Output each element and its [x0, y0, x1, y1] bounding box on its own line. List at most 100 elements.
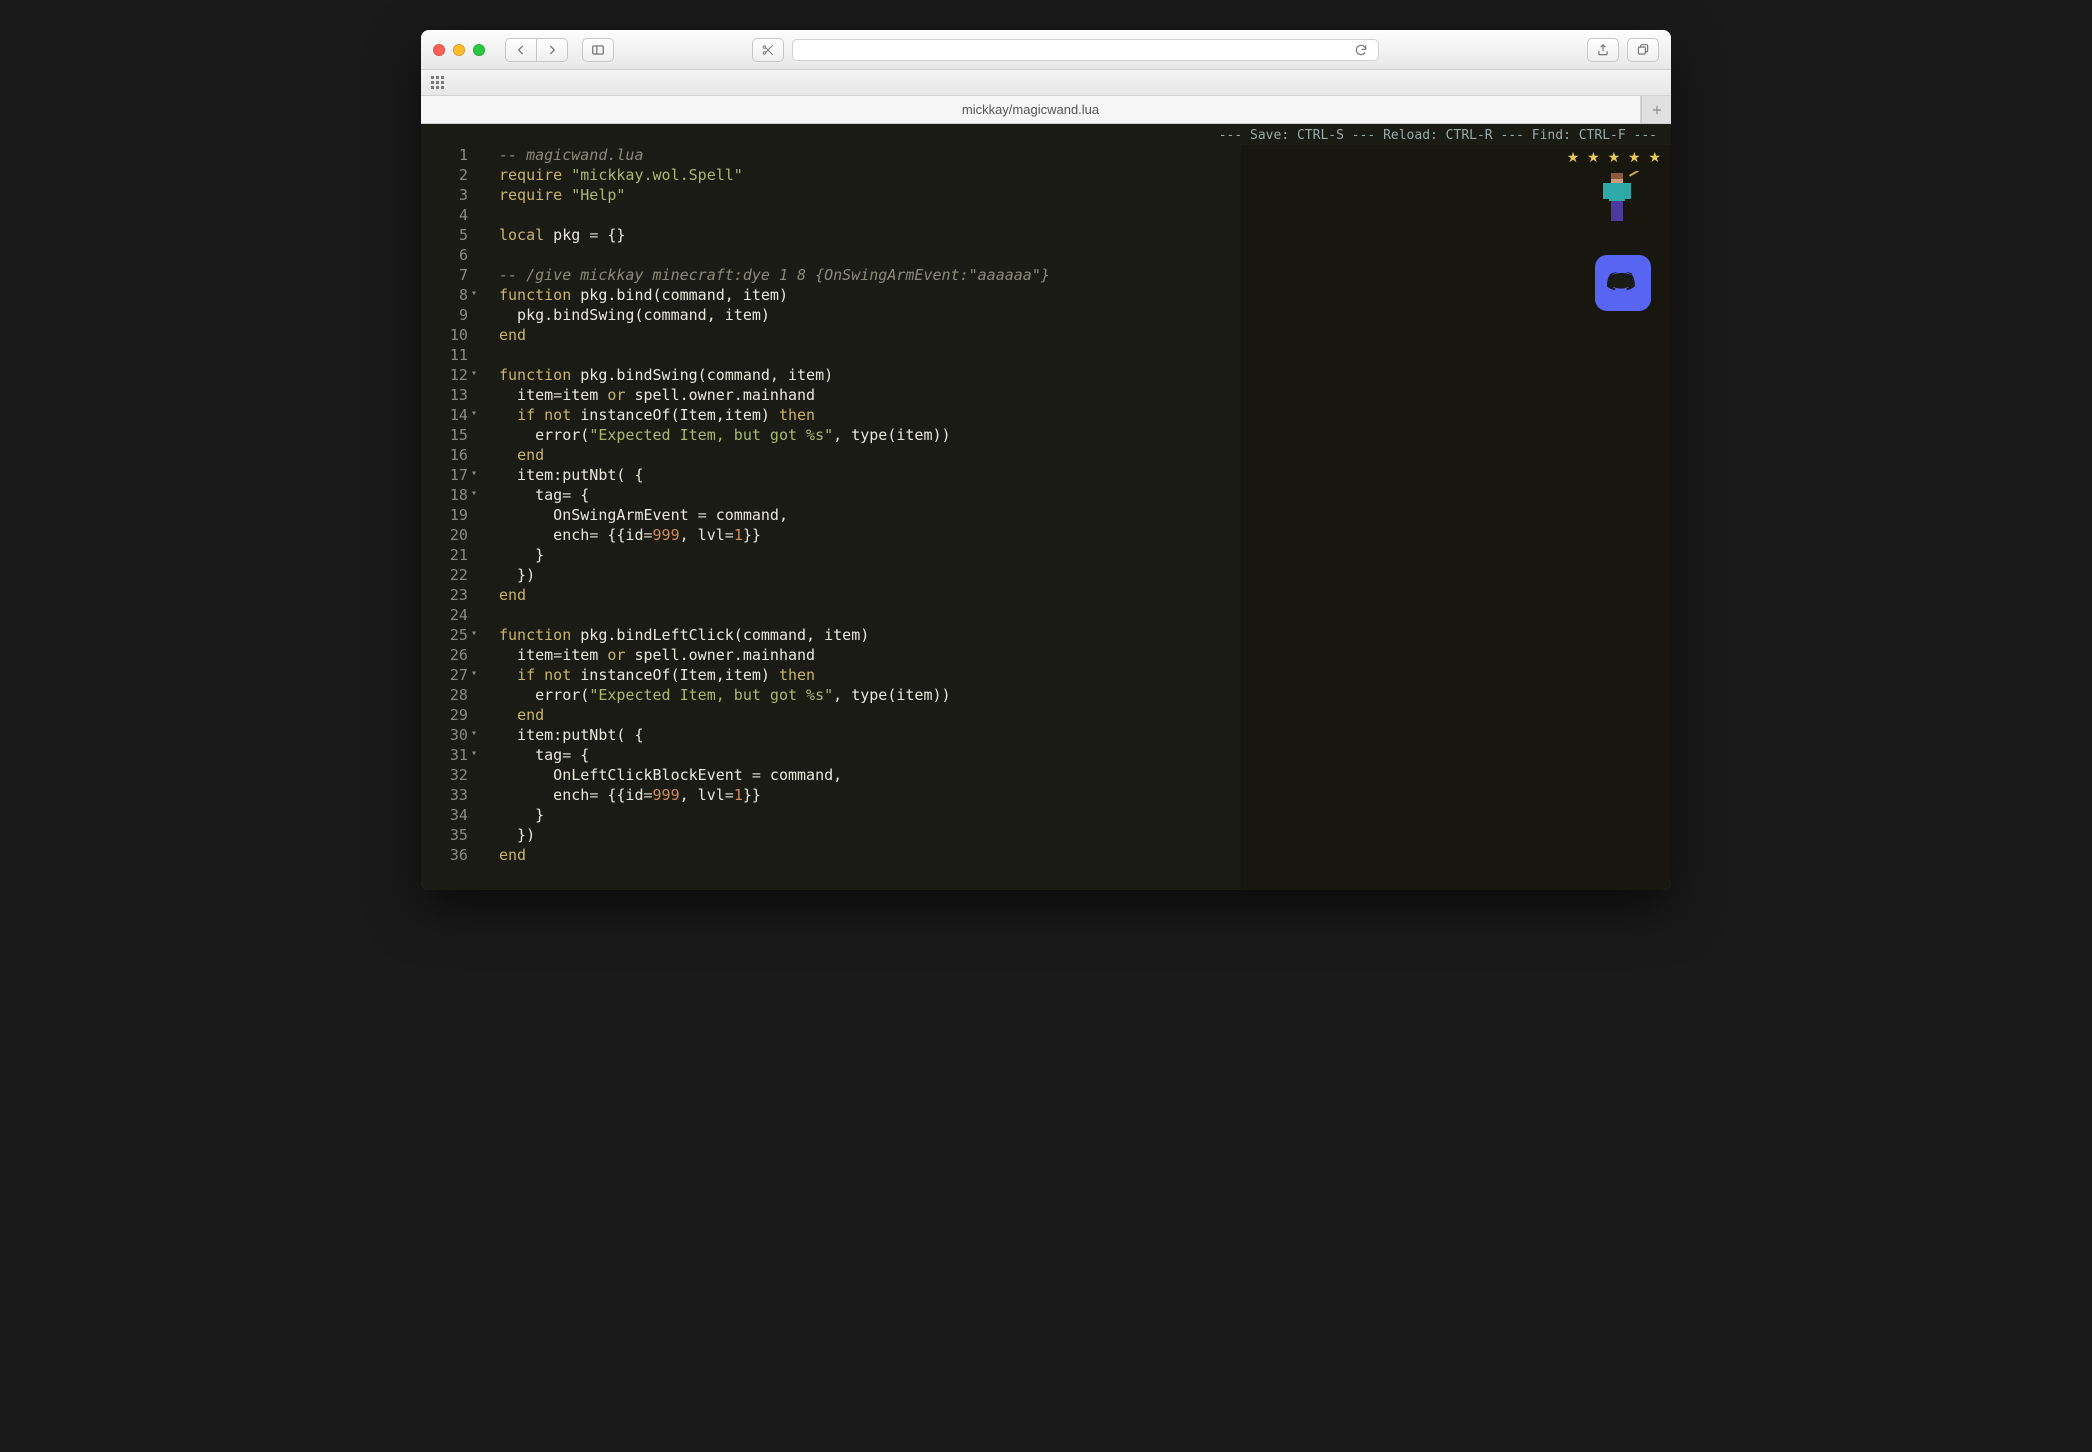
editor-area: --- Save: CTRL-S --- Reload: CTRL-R --- …	[421, 124, 1671, 890]
code-line[interactable]: require "Help"	[499, 185, 1241, 205]
code-line[interactable]	[499, 205, 1241, 225]
share-button[interactable]	[1587, 38, 1619, 62]
code-line[interactable]: error("Expected Item, but got %s", type(…	[499, 425, 1241, 445]
code-line[interactable]: end	[499, 585, 1241, 605]
code-line[interactable]: end	[499, 325, 1241, 345]
line-number[interactable]: 7	[421, 265, 477, 285]
line-number[interactable]: 29	[421, 705, 477, 725]
reader-button[interactable]	[752, 38, 784, 62]
back-button[interactable]	[505, 38, 537, 62]
line-number[interactable]: 10	[421, 325, 477, 345]
code-line[interactable]: error("Expected Item, but got %s", type(…	[499, 685, 1241, 705]
line-number[interactable]: 20	[421, 525, 477, 545]
forward-button[interactable]	[536, 38, 568, 62]
code-line[interactable]: function pkg.bindSwing(command, item)	[499, 365, 1241, 385]
code-line[interactable]: ench= {{id=999, lvl=1}}	[499, 525, 1241, 545]
code-line[interactable]: local pkg = {}	[499, 225, 1241, 245]
line-number[interactable]: 6	[421, 245, 477, 265]
code-line[interactable]: -- magicwand.lua	[499, 145, 1241, 165]
close-window-button[interactable]	[433, 44, 445, 56]
tab-label: mickkay/magicwand.lua	[962, 102, 1099, 117]
line-number[interactable]: 23	[421, 585, 477, 605]
code-line[interactable]: item:putNbt( {	[499, 725, 1241, 745]
code-line[interactable]: tag= {	[499, 745, 1241, 765]
line-number[interactable]: 22	[421, 565, 477, 585]
code-line[interactable]: function pkg.bind(command, item)	[499, 285, 1241, 305]
traffic-lights	[433, 44, 485, 56]
line-number[interactable]: 18▾	[421, 485, 477, 505]
line-number[interactable]: 31▾	[421, 745, 477, 765]
line-number[interactable]: 12▾	[421, 365, 477, 385]
code-line[interactable]: if not instanceOf(Item,item) then	[499, 405, 1241, 425]
line-number[interactable]: 21	[421, 545, 477, 565]
code-line[interactable]: require "mickkay.wol.Spell"	[499, 165, 1241, 185]
code-line[interactable]: function pkg.bindLeftClick(command, item…	[499, 625, 1241, 645]
line-number[interactable]: 16	[421, 445, 477, 465]
code-line[interactable]: item=item or spell.owner.mainhand	[499, 385, 1241, 405]
line-number[interactable]: 36	[421, 845, 477, 865]
stars-icon: ★ ★ ★ ★ ★	[1567, 149, 1663, 166]
code-line[interactable]: -- /give mickkay minecraft:dye 1 8 {OnSw…	[499, 265, 1241, 285]
code-line[interactable]: ench= {{id=999, lvl=1}}	[499, 785, 1241, 805]
line-number[interactable]: 30▾	[421, 725, 477, 745]
line-number[interactable]: 28	[421, 685, 477, 705]
minimize-window-button[interactable]	[453, 44, 465, 56]
code-line[interactable]: tag= {	[499, 485, 1241, 505]
tab-file[interactable]: mickkay/magicwand.lua	[421, 96, 1641, 123]
line-number[interactable]: 27▾	[421, 665, 477, 685]
line-number[interactable]: 13	[421, 385, 477, 405]
line-number[interactable]: 4	[421, 205, 477, 225]
line-number[interactable]: 25▾	[421, 625, 477, 645]
chevron-right-icon	[545, 43, 559, 57]
share-icon	[1596, 43, 1610, 57]
code-line[interactable]: end	[499, 845, 1241, 865]
code-line[interactable]: pkg.bindSwing(command, item)	[499, 305, 1241, 325]
line-number[interactable]: 19	[421, 505, 477, 525]
line-number[interactable]: 9	[421, 305, 477, 325]
discord-icon[interactable]	[1595, 255, 1651, 311]
code-line[interactable]: }	[499, 805, 1241, 825]
code-line[interactable]	[499, 605, 1241, 625]
line-number[interactable]: 5	[421, 225, 477, 245]
line-number[interactable]: 35	[421, 825, 477, 845]
code-line[interactable]	[499, 345, 1241, 365]
fullscreen-window-button[interactable]	[473, 44, 485, 56]
address-bar[interactable]	[792, 39, 1379, 61]
line-number[interactable]: 32	[421, 765, 477, 785]
code-content[interactable]: -- magicwand.luarequire "mickkay.wol.Spe…	[483, 145, 1241, 890]
line-number[interactable]: 33	[421, 785, 477, 805]
code-line[interactable]: }	[499, 545, 1241, 565]
plus-icon	[1650, 103, 1664, 117]
line-number[interactable]: 11	[421, 345, 477, 365]
code-line[interactable]: item:putNbt( {	[499, 465, 1241, 485]
tabs-icon	[1636, 43, 1650, 57]
line-number[interactable]: 14▾	[421, 405, 477, 425]
line-number[interactable]: 3	[421, 185, 477, 205]
line-number[interactable]: 2	[421, 165, 477, 185]
code-line[interactable]: OnSwingArmEvent = command,	[499, 505, 1241, 525]
code-line[interactable]: item=item or spell.owner.mainhand	[499, 645, 1241, 665]
title-bar	[421, 30, 1671, 70]
line-number[interactable]: 15	[421, 425, 477, 445]
sidebar-toggle-button[interactable]	[582, 38, 614, 62]
new-tab-button[interactable]	[1641, 96, 1671, 123]
code-line[interactable]: })	[499, 825, 1241, 845]
nav-buttons	[505, 38, 568, 62]
code-line[interactable]: end	[499, 705, 1241, 725]
line-number[interactable]: 1	[421, 145, 477, 165]
line-number[interactable]: 8▾	[421, 285, 477, 305]
code-line[interactable]	[499, 245, 1241, 265]
line-number[interactable]: 24	[421, 605, 477, 625]
code-line[interactable]: OnLeftClickBlockEvent = command,	[499, 765, 1241, 785]
apps-icon[interactable]	[431, 76, 444, 89]
line-gutter[interactable]: 1 2 3 4 5 6 7 8▾9 10 11 12▾13 14▾15 16 1…	[421, 145, 483, 890]
line-number[interactable]: 17▾	[421, 465, 477, 485]
code-line[interactable]: })	[499, 565, 1241, 585]
code-line[interactable]: if not instanceOf(Item,item) then	[499, 665, 1241, 685]
line-number[interactable]: 26	[421, 645, 477, 665]
tabs-overview-button[interactable]	[1627, 38, 1659, 62]
line-number[interactable]: 34	[421, 805, 477, 825]
code-line[interactable]: end	[499, 445, 1241, 465]
chevron-left-icon	[514, 43, 528, 57]
browser-window: mickkay/magicwand.lua --- Save: CTRL-S -…	[421, 30, 1671, 890]
